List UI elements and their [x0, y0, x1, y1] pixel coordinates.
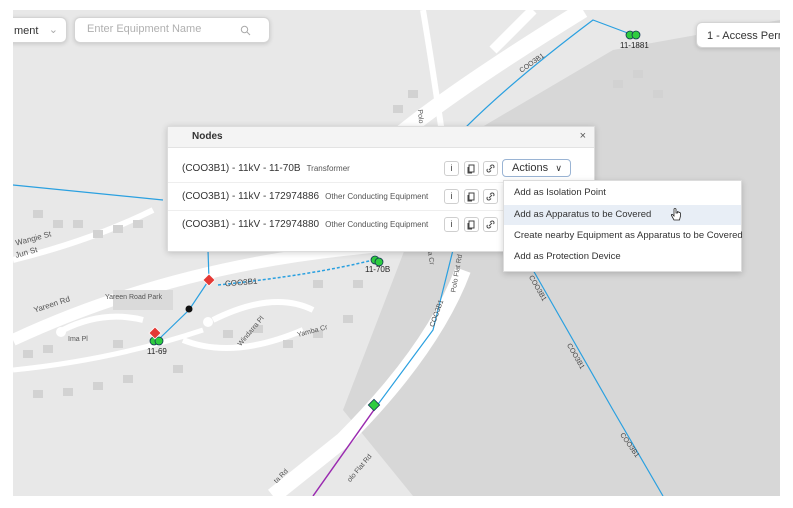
node-label: 11-69: [147, 347, 167, 356]
permit-value: 1 - Access Permit: [707, 30, 780, 42]
link-button[interactable]: [483, 217, 498, 232]
menu-item-create-nearby-apparatus[interactable]: Create nearby Equipment as Apparatus to …: [504, 226, 743, 246]
search-icon[interactable]: [240, 25, 251, 36]
node-name: (COO3B1) - 11kV - 11-70B: [182, 163, 301, 174]
actions-button[interactable]: Actions ∨: [502, 159, 571, 177]
street-label: Ima Pl: [68, 336, 88, 343]
copy-icon: [467, 164, 475, 174]
info-button[interactable]: i: [444, 217, 459, 232]
menu-item-add-isolation-point[interactable]: Add as Isolation Point: [504, 183, 741, 203]
menu-item-label: Add as Apparatus to be Covered: [514, 209, 652, 220]
nodes-panel-title: Nodes: [192, 131, 223, 142]
info-button[interactable]: i: [444, 189, 459, 204]
junction-node[interactable]: [185, 305, 193, 313]
street-label: Polo: [415, 109, 425, 124]
equipment-type-value: ment: [14, 25, 39, 37]
nodes-panel-header: Nodes ×: [168, 127, 594, 148]
node-row-name: (COO3B1) - 11kV - 11-70B Transformer: [182, 163, 350, 174]
copy-button[interactable]: [464, 217, 479, 232]
actions-label: Actions: [512, 162, 549, 174]
node-11-69[interactable]: [149, 336, 164, 346]
copy-button[interactable]: [464, 161, 479, 176]
cul-de-sac: [203, 317, 213, 327]
info-button[interactable]: i: [444, 161, 459, 176]
link-icon: [486, 192, 495, 201]
conductor-line: [13, 184, 164, 201]
chevron-down-icon: ∨: [555, 163, 562, 173]
node-type: Other Conducting Equipment: [325, 192, 429, 201]
node-row-name: (COO3B1) - 11kV - 172974880 Other Conduct…: [182, 219, 428, 230]
node-row: (COO3B1) - 11kV - 11-70B Transformer i Ac…: [168, 155, 594, 183]
node-name: (COO3B1) - 11kV - 172974880: [182, 219, 320, 230]
node-row-name: (COO3B1) - 11kV - 172974886 Other Conduct…: [182, 191, 428, 202]
link-icon: [486, 220, 495, 229]
copy-icon: [467, 192, 475, 202]
map-viewport[interactable]: Wangie St Jun St Yareen Rd Yareen Road P…: [13, 10, 780, 496]
menu-item-add-apparatus-covered[interactable]: Add as Apparatus to be Covered: [504, 205, 741, 225]
road: [13, 327, 204, 373]
equipment-type-select[interactable]: ment ⌄: [13, 17, 67, 43]
node-label: 11-70B: [365, 265, 391, 274]
equipment-search-input[interactable]: [87, 23, 237, 35]
node-type: Other Conducting Equipment: [325, 220, 429, 229]
close-icon[interactable]: ×: [580, 130, 586, 142]
hand-cursor-icon: [670, 208, 681, 221]
actions-menu: Add as Isolation Point Add as Apparatus …: [503, 180, 743, 272]
node-type: Transformer: [306, 164, 350, 173]
cul-de-sac: [56, 327, 66, 337]
park-label: Yareen Road Park: [105, 294, 163, 301]
equipment-search-box[interactable]: [74, 17, 270, 43]
node-name: (COO3B1) - 11kV - 172974886: [182, 191, 320, 202]
node-11-1881[interactable]: [625, 30, 641, 40]
menu-item-add-protection-device[interactable]: Add as Protection Device: [504, 247, 741, 267]
link-button[interactable]: [483, 161, 498, 176]
copy-button[interactable]: [464, 189, 479, 204]
copy-icon: [467, 220, 475, 230]
node-label: 11-1881: [620, 41, 649, 50]
chevron-down-icon: ⌄: [48, 24, 58, 36]
link-button[interactable]: [483, 189, 498, 204]
link-icon: [486, 164, 495, 173]
permit-select[interactable]: 1 - Access Permit: [696, 22, 780, 48]
